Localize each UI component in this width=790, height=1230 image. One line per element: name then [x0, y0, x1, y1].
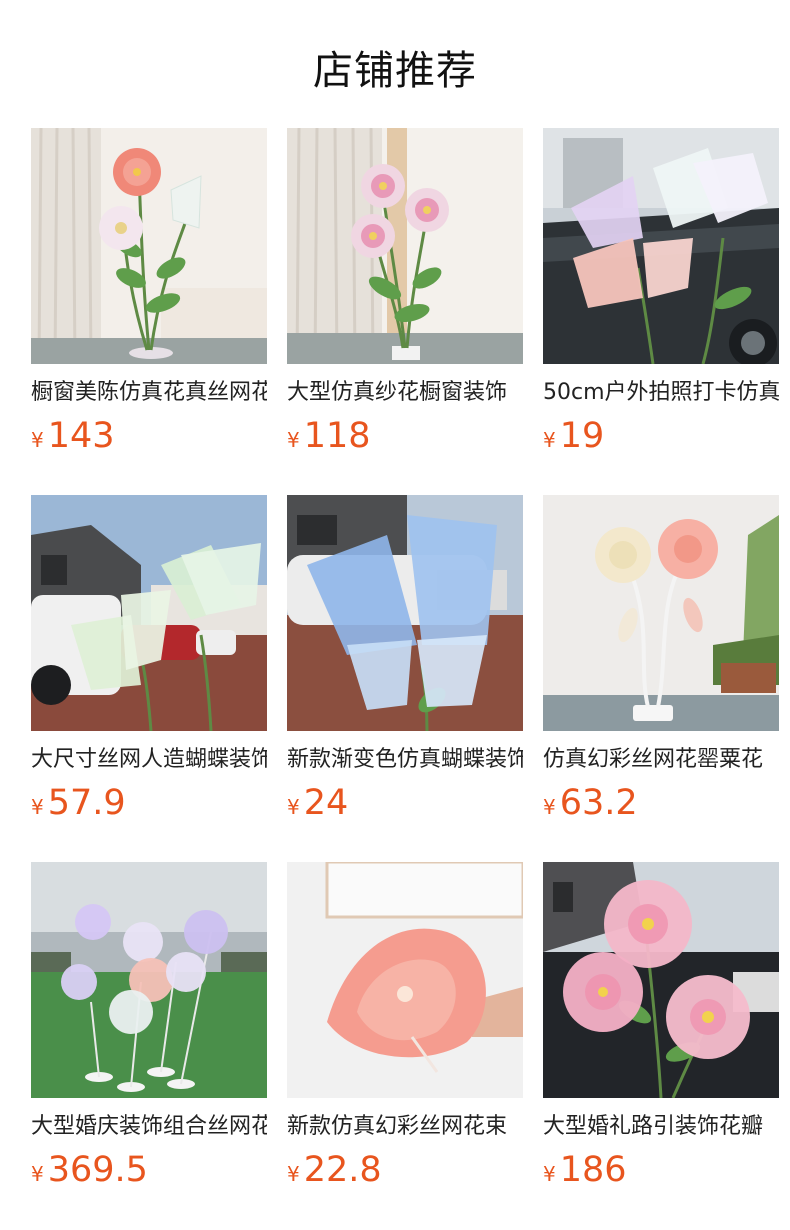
product-name[interactable]: 大型婚庆装饰组合丝网花	[31, 1112, 267, 1142]
product-image[interactable]	[543, 128, 779, 364]
product-price: ¥22.8	[287, 1150, 523, 1196]
product-card[interactable]: 大型仿真纱花橱窗装饰 ¥118	[287, 128, 523, 463]
product-image[interactable]	[31, 495, 267, 731]
product-price: ¥118	[287, 416, 523, 462]
product-name[interactable]: 仿真幻彩丝网花罂粟花	[543, 745, 779, 775]
currency-symbol: ¥	[543, 795, 556, 819]
product-name[interactable]: 新款仿真幻彩丝网花束	[287, 1112, 523, 1142]
product-image[interactable]	[543, 862, 779, 1098]
product-price: ¥369.5	[31, 1150, 267, 1196]
currency-symbol: ¥	[31, 428, 44, 452]
product-card[interactable]: 新款仿真幻彩丝网花束 ¥22.8	[287, 862, 523, 1197]
price-value: 24	[303, 783, 349, 823]
price-value: 19	[559, 416, 605, 456]
product-card[interactable]: 仿真幻彩丝网花罂粟花 ¥63.2	[543, 495, 779, 830]
product-image[interactable]	[287, 495, 523, 731]
product-name[interactable]: 橱窗美陈仿真花真丝网花	[31, 378, 267, 408]
product-image[interactable]	[287, 128, 523, 364]
product-price: ¥19	[543, 416, 779, 462]
price-value: 143	[47, 416, 115, 456]
currency-symbol: ¥	[31, 795, 44, 819]
product-name[interactable]: 新款渐变色仿真蝴蝶装饰	[287, 745, 523, 775]
product-price: ¥63.2	[543, 783, 779, 829]
product-card[interactable]: 大型婚庆装饰组合丝网花 ¥369.5	[31, 862, 267, 1197]
currency-symbol: ¥	[287, 795, 300, 819]
product-price: ¥24	[287, 783, 523, 829]
product-card[interactable]: 新款渐变色仿真蝴蝶装饰 ¥24	[287, 495, 523, 830]
price-value: 57.9	[47, 783, 126, 823]
product-price: ¥186	[543, 1150, 779, 1196]
product-name[interactable]: 大型仿真纱花橱窗装饰	[287, 378, 523, 408]
product-price: ¥143	[31, 416, 267, 462]
page-title: 店铺推荐	[313, 48, 477, 94]
product-card[interactable]: 橱窗美陈仿真花真丝网花 ¥143	[31, 128, 267, 463]
price-value: 369.5	[47, 1150, 148, 1190]
product-grid: 橱窗美陈仿真花真丝网花 ¥143 大型仿真纱花橱窗装饰 ¥ 118 50cm户外…	[31, 128, 779, 1197]
product-image[interactable]	[543, 495, 779, 731]
product-image[interactable]	[287, 862, 523, 1098]
price-value: 22.8	[303, 1150, 382, 1190]
product-card[interactable]: 50cm户外拍照打卡仿真蝴蝶 ¥19	[543, 128, 779, 463]
product-name[interactable]: 50cm户外拍照打卡仿真蝴蝶	[543, 378, 779, 408]
currency-symbol: ¥	[543, 1162, 556, 1186]
product-card[interactable]: 大尺寸丝网人造蝴蝶装饰 ¥57.9	[31, 495, 267, 830]
product-name[interactable]: 大型婚礼路引装饰花瓣	[543, 1112, 779, 1142]
product-name[interactable]: 大尺寸丝网人造蝴蝶装饰	[31, 745, 267, 775]
price-value: 63.2	[559, 783, 638, 823]
product-image[interactable]	[31, 862, 267, 1098]
product-card[interactable]: 大型婚礼路引装饰花瓣 ¥186	[543, 862, 779, 1197]
currency-symbol: ¥	[287, 1162, 300, 1186]
product-image[interactable]	[31, 128, 267, 364]
currency-symbol: ¥	[543, 428, 556, 452]
product-price: ¥57.9	[31, 783, 267, 829]
price-value: 186	[559, 1150, 627, 1190]
price-value: 118	[303, 416, 371, 456]
currency-symbol: ¥	[31, 1162, 44, 1186]
currency-symbol: ¥	[287, 428, 300, 452]
